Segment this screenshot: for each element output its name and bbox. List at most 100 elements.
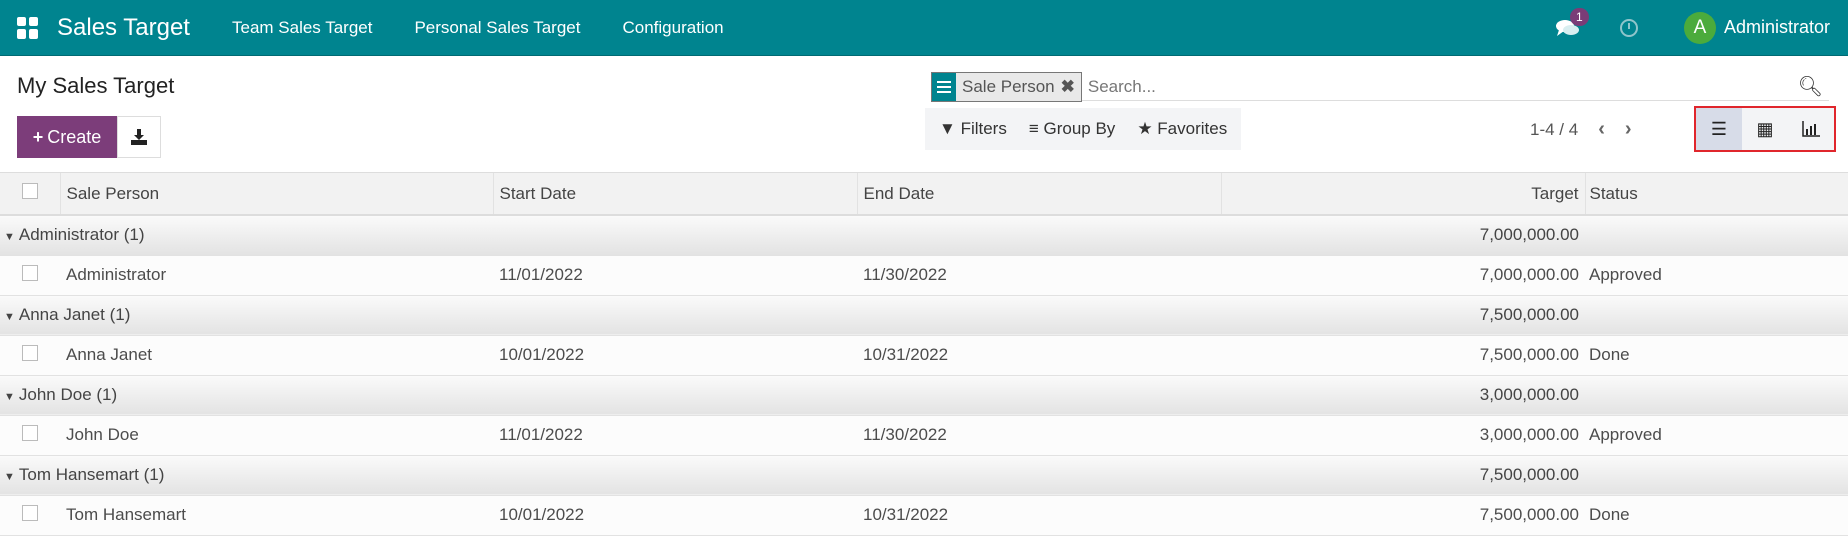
user-menu[interactable]: Administrator — [1724, 17, 1830, 38]
cell-sale-person: Tom Hansemart — [60, 495, 493, 536]
cell-target: 7,000,000.00 — [1221, 255, 1585, 296]
group-total: 7,500,000.00 — [1221, 455, 1585, 496]
pivot-view-button[interactable]: ▦ — [1742, 108, 1788, 150]
favorites-label: Favorites — [1157, 119, 1228, 138]
row-checkbox[interactable] — [22, 264, 38, 281]
app-title[interactable]: Sales Target — [57, 14, 190, 42]
menu-team-sales-target[interactable]: Team Sales Target — [232, 18, 372, 38]
search-facet-sale-person: Sale Person ✖ — [931, 71, 1082, 102]
column-header-sale-person[interactable]: Sale Person — [60, 173, 494, 216]
messages-button[interactable]: 1 — [1555, 7, 1589, 38]
group-row[interactable]: ▼ John Doe (1) 3,000,000.00 — [0, 375, 1848, 416]
caret-down-icon: ▼ — [4, 311, 15, 323]
cell-sale-person: Anna Janet — [60, 335, 493, 376]
pager-value[interactable]: 1-4 / 4 — [1530, 120, 1578, 140]
group-label: Anna Janet (1) — [18, 305, 131, 324]
cell-start-date: 11/01/2022 — [493, 255, 857, 296]
column-header-status[interactable]: Status — [1585, 173, 1848, 216]
filters-label: Filters — [960, 119, 1007, 138]
group-total: 3,000,000.00 — [1221, 375, 1585, 416]
cell-target: 7,500,000.00 — [1221, 335, 1585, 376]
activity-clock-icon[interactable] — [1619, 18, 1638, 37]
caret-down-icon: ▼ — [4, 471, 15, 483]
table-row[interactable]: Tom Hansemart 10/01/2022 10/31/2022 7,500,0… — [0, 495, 1848, 536]
cell-status: Done — [1585, 495, 1848, 536]
group-total: 7,000,000.00 — [1221, 215, 1585, 256]
group-label: Tom Hansemart (1) — [18, 465, 165, 484]
table-icon: ▦ — [1756, 118, 1774, 139]
cell-status: Done — [1585, 335, 1848, 376]
row-checkbox[interactable] — [22, 424, 38, 441]
cell-status: Approved — [1585, 415, 1848, 456]
group-row[interactable]: ▼ Anna Janet (1) 7,500,000.00 — [0, 295, 1848, 336]
group-label-cell: ▼ Tom Hansemart (1) — [0, 455, 493, 496]
group-label-cell: ▼ Administrator (1) — [0, 215, 493, 256]
group-label: Administrator (1) — [18, 225, 145, 245]
menu-configuration[interactable]: Configuration — [622, 18, 723, 38]
cell-end-date: 11/30/2022 — [857, 255, 1221, 296]
favorites-dropdown[interactable]: ★ Favorites — [1137, 119, 1227, 139]
group-label: John Doe (1) — [18, 385, 118, 404]
filters-dropdown[interactable]: ▼ Filters — [939, 119, 1007, 139]
group-by-label: Group By — [1043, 119, 1116, 138]
group-row[interactable]: ▼ Tom Hansemart (1) 7,500,000.00 — [0, 455, 1848, 496]
group-label-cell: ▼ John Doe (1) — [0, 375, 493, 416]
control-panel: My Sales Target +Create Sale Person ✖ 🔍︎… — [0, 56, 1848, 173]
cell-start-date: 11/01/2022 — [493, 415, 857, 456]
cell-end-date: 10/31/2022 — [857, 495, 1221, 536]
apps-menu-icon[interactable] — [17, 16, 39, 39]
cell-start-date: 10/01/2022 — [493, 335, 857, 376]
group-by-dropdown[interactable]: ≡ Group By — [1029, 119, 1115, 139]
column-header-end-date[interactable]: End Date — [857, 173, 1222, 216]
cell-start-date: 10/01/2022 — [493, 495, 857, 536]
bars-icon: ≡ — [1028, 119, 1044, 138]
filter-icon: ▼ — [939, 119, 961, 138]
group-label-cell: ▼ Anna Janet (1) — [0, 295, 493, 336]
group-by-icon — [932, 72, 956, 101]
remove-facet-icon[interactable]: ✖ — [1061, 77, 1075, 97]
table-row[interactable]: Administrator 11/01/2022 11/30/2022 7,000,0… — [0, 255, 1848, 296]
graph-view-button[interactable] — [1788, 108, 1834, 150]
search-options: ▼ Filters ≡ Group By ★ Favorites — [925, 108, 1242, 150]
search-input[interactable] — [1087, 76, 1798, 97]
facet-label: Sale Person — [962, 76, 1055, 96]
list-icon: ☰ — [1710, 118, 1728, 139]
avatar[interactable]: A — [1683, 11, 1716, 44]
pager: 1-4 / 4 ‹ › — [1530, 118, 1632, 141]
create-label: Create — [47, 126, 102, 147]
list-view-button[interactable]: ☰ — [1696, 108, 1742, 150]
top-navbar: Sales Target Team Sales Target Personal … — [0, 0, 1848, 56]
download-icon — [131, 129, 147, 145]
sales-target-list: Sale Person Start Date End Date Target S… — [0, 173, 1848, 536]
table-row[interactable]: Anna Janet 10/01/2022 10/31/2022 7,500,000.… — [0, 335, 1848, 376]
cell-target: 7,500,000.00 — [1221, 495, 1585, 536]
table-row[interactable]: John Doe 11/01/2022 11/30/2022 3,000,000.00… — [0, 415, 1848, 456]
download-button[interactable] — [117, 116, 161, 158]
row-checkbox[interactable] — [22, 504, 38, 521]
cell-sale-person: John Doe — [60, 415, 493, 456]
row-checkbox[interactable] — [22, 344, 38, 361]
plus-icon: + — [32, 126, 44, 147]
message-count-badge: 1 — [1569, 7, 1589, 26]
cell-end-date: 11/30/2022 — [857, 415, 1221, 456]
group-row[interactable]: ▼ Administrator (1) 7,000,000.00 — [0, 215, 1848, 256]
group-total: 7,500,000.00 — [1221, 295, 1585, 336]
create-button[interactable]: + Create — [17, 116, 117, 158]
search-bar: Sale Person ✖ 🔍︎ — [931, 71, 1829, 102]
caret-down-icon: ▼ — [4, 231, 15, 244]
pager-next-icon[interactable]: › — [1625, 118, 1632, 141]
bar-chart-icon — [1802, 121, 1820, 137]
star-icon: ★ — [1137, 119, 1158, 138]
select-all-cell — [0, 173, 61, 216]
select-all-checkbox[interactable] — [21, 183, 38, 199]
cell-status: Approved — [1585, 255, 1848, 296]
cell-target: 3,000,000.00 — [1221, 415, 1585, 456]
cell-sale-person: Administrator — [60, 255, 493, 296]
column-header-target[interactable]: Target — [1221, 173, 1586, 216]
cell-end-date: 10/31/2022 — [857, 335, 1221, 376]
menu-personal-sales-target[interactable]: Personal Sales Target — [414, 18, 580, 38]
column-header-start-date[interactable]: Start Date — [493, 173, 858, 216]
caret-down-icon: ▼ — [4, 391, 15, 403]
pager-previous-icon[interactable]: ‹ — [1598, 118, 1605, 141]
search-icon[interactable]: 🔍︎ — [1798, 74, 1823, 99]
